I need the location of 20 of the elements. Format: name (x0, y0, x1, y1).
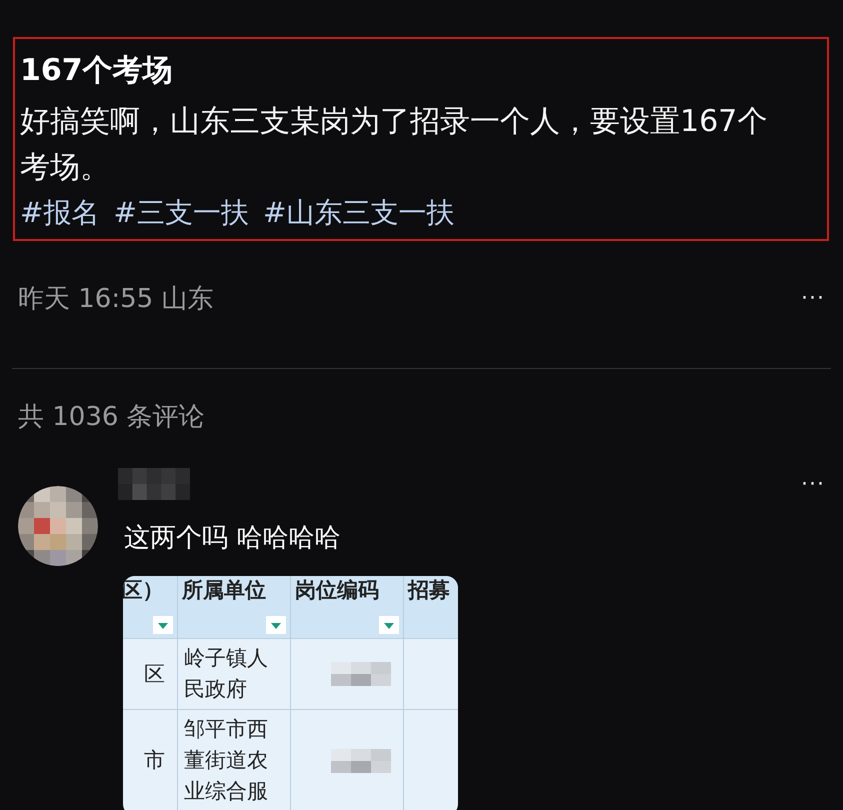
more-button[interactable]: ··· (801, 286, 825, 311)
blurred-code (331, 662, 391, 686)
blurred-code (331, 748, 391, 772)
table-cell-text: 区 (143, 660, 165, 688)
table-cell-text: 市 (143, 747, 165, 774)
column-header: 所属单位 (182, 577, 266, 602)
hashtag-link[interactable]: #三支一扶 (113, 191, 249, 235)
column-header: 岗位编码 (295, 577, 379, 602)
column-header: 招募 (408, 577, 450, 602)
post-time-location: 昨天 16:55 山东 (18, 283, 214, 316)
hashtag-link[interactable]: #报名 (20, 191, 100, 235)
comment-text: 这两个吗 哈哈哈哈 (124, 522, 342, 555)
table-cell-text: 岭子镇人民政府 (184, 645, 269, 703)
blurred-username (118, 468, 190, 500)
more-button[interactable]: ··· (801, 472, 825, 496)
hashtag-link[interactable]: #山东三支一扶 (262, 191, 454, 235)
post-title: 167个考场 (20, 52, 174, 90)
post-text: 好搞笑啊，山东三支某岗为了招录一个人，要设置167个考场。 (20, 103, 768, 187)
table-cell-text: 邹平市西董街道农业综合服 (184, 716, 269, 805)
comment-count: 共 1036 条评论 (17, 401, 206, 434)
